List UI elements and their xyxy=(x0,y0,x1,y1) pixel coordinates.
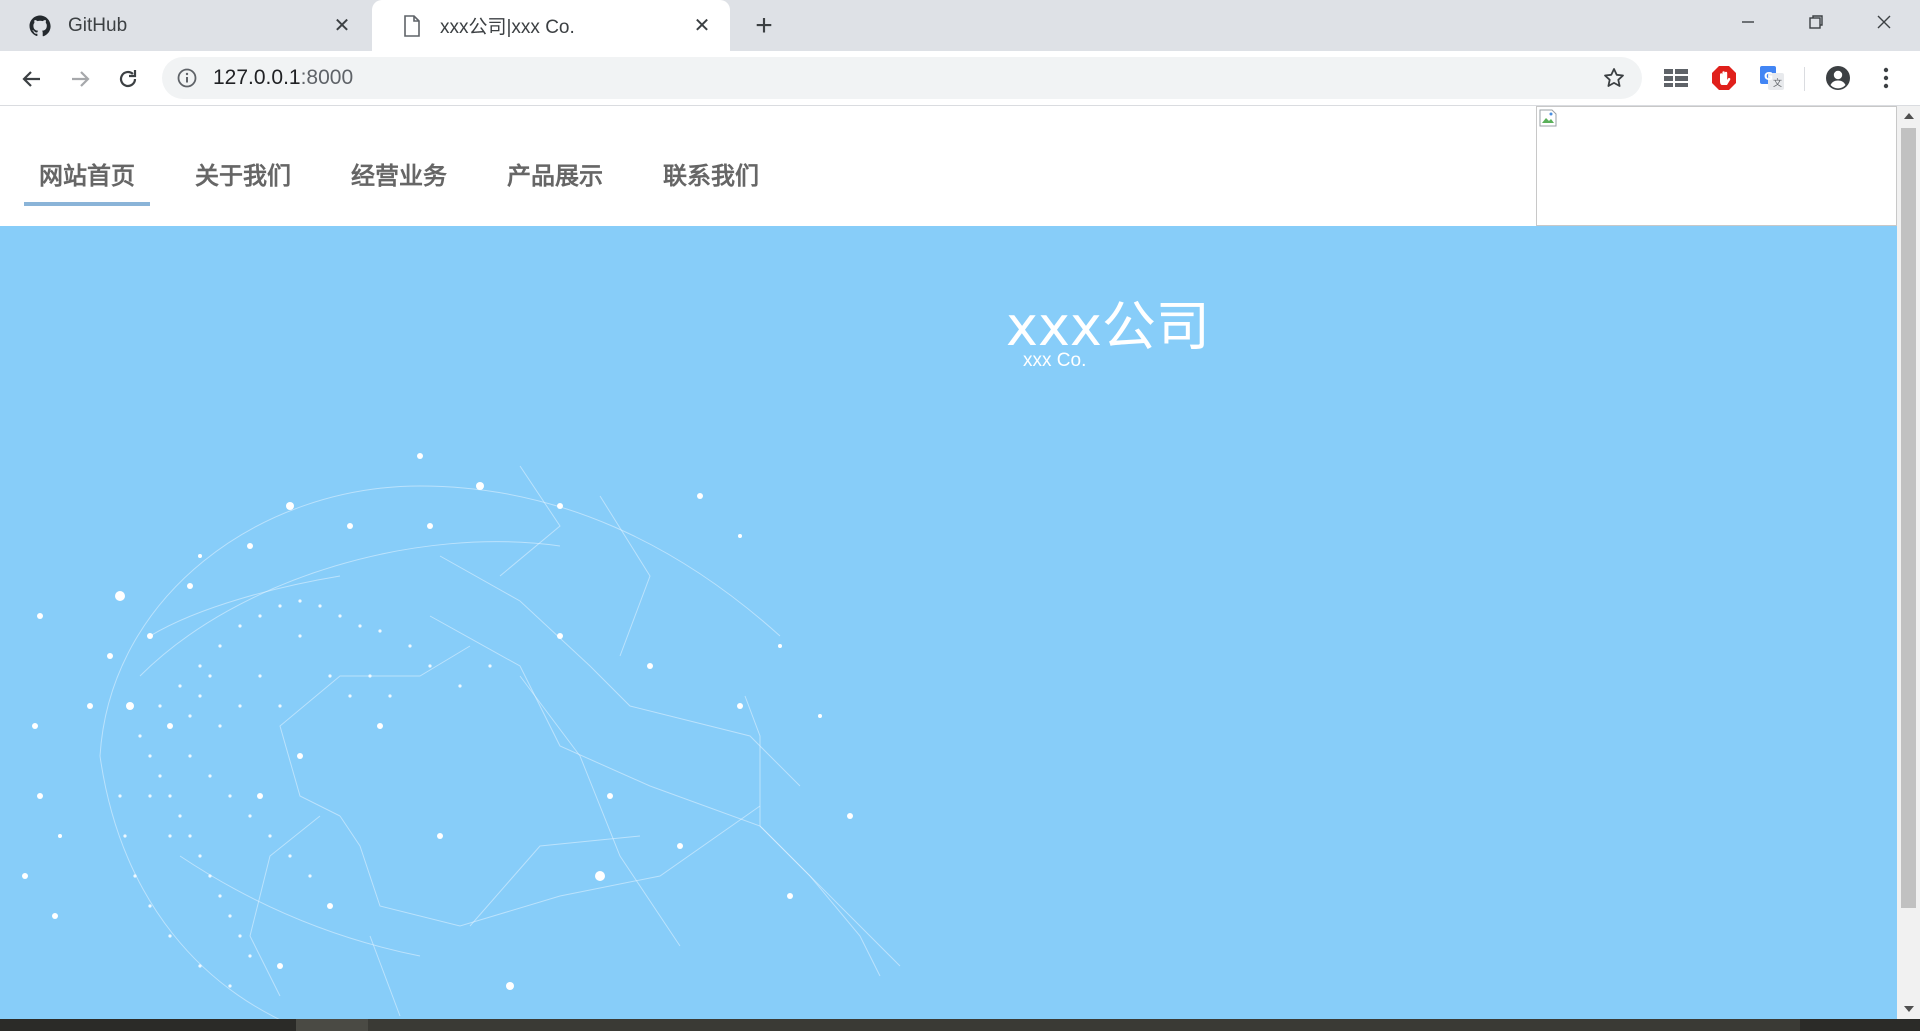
taskbar-item[interactable] xyxy=(368,1019,1800,1031)
url-text: 127.0.0.1:8000 xyxy=(213,57,353,99)
minimize-icon[interactable] xyxy=(1714,0,1782,44)
scroll-up-arrow-icon[interactable] xyxy=(1897,106,1920,126)
os-taskbar xyxy=(0,1019,1920,1031)
globe-network-illustration xyxy=(22,453,901,1019)
back-icon[interactable] xyxy=(14,61,50,97)
bookmark-star-icon[interactable] xyxy=(1602,66,1626,90)
nav-item-label: 网站首页 xyxy=(39,162,135,190)
nav-item-label: 关于我们 xyxy=(195,162,291,190)
hero-subtitle: xxx Co. xyxy=(1023,350,1087,371)
broken-image-icon xyxy=(1539,109,1557,127)
profile-avatar-icon[interactable] xyxy=(1824,64,1852,92)
nav-item-business[interactable]: 经营业务 xyxy=(336,106,462,226)
close-tab-icon[interactable]: ✕ xyxy=(330,14,354,38)
github-icon xyxy=(28,14,52,38)
reload-icon[interactable] xyxy=(110,61,146,97)
address-bar[interactable]: 127.0.0.1:8000 xyxy=(162,57,1642,99)
restore-icon[interactable] xyxy=(1782,0,1850,44)
site-header: 网站首页 关于我们 经营业务 产品展示 联系我们 xyxy=(0,106,1897,226)
tab-active[interactable]: xxx公司|xxx Co. ✕ xyxy=(372,0,730,51)
tab-strip: GitHub ✕ xxx公司|xxx Co. ✕ + xyxy=(0,0,1920,51)
nav-item-label: 经营业务 xyxy=(351,162,447,190)
new-tab-button[interactable]: + xyxy=(748,9,780,42)
extension-grid-icon[interactable] xyxy=(1662,64,1690,92)
svg-text:G: G xyxy=(1764,70,1773,83)
nav-item-contact[interactable]: 联系我们 xyxy=(648,106,774,226)
menu-kebab-icon[interactable] xyxy=(1872,64,1900,92)
web-page: 网站首页 关于我们 经营业务 产品展示 联系我们 xxx公司 xxx Co. xyxy=(0,106,1897,1019)
toolbar-divider xyxy=(1804,67,1805,91)
nav-item-about[interactable]: 关于我们 xyxy=(180,106,306,226)
nav-item-products[interactable]: 产品展示 xyxy=(492,106,618,226)
url-port: :8000 xyxy=(300,66,354,89)
hero-banner: xxx公司 xxx Co. xyxy=(0,226,1897,1019)
url-host: 127.0.0.1 xyxy=(213,66,301,89)
nav-item-home[interactable]: 网站首页 xyxy=(24,106,150,226)
svg-text:文: 文 xyxy=(1773,77,1782,89)
nav-item-label: 联系我们 xyxy=(663,162,759,190)
forward-icon[interactable] xyxy=(62,61,98,97)
vertical-scrollbar[interactable] xyxy=(1897,106,1920,1019)
tab-title: xxx公司|xxx Co. xyxy=(440,17,575,38)
translate-icon[interactable]: G文 xyxy=(1758,64,1786,92)
main-nav: 网站首页 关于我们 经营业务 产品展示 联系我们 xyxy=(0,106,774,226)
site-info-icon[interactable] xyxy=(176,67,198,89)
tab-github[interactable]: GitHub ✕ xyxy=(0,0,370,51)
nav-item-label: 产品展示 xyxy=(507,162,603,190)
scrollbar-thumb[interactable] xyxy=(1901,128,1916,908)
tab-title: GitHub xyxy=(68,14,128,36)
logo-image-placeholder xyxy=(1536,106,1897,226)
active-nav-underline xyxy=(24,202,150,206)
adblock-icon[interactable] xyxy=(1710,64,1738,92)
page-icon xyxy=(400,14,424,38)
window-close-icon[interactable] xyxy=(1850,0,1918,44)
close-tab-icon[interactable]: ✕ xyxy=(690,14,714,38)
scroll-down-arrow-icon[interactable] xyxy=(1897,999,1920,1019)
taskbar-item[interactable] xyxy=(296,1019,368,1031)
browser-toolbar: 127.0.0.1:8000 G文 xyxy=(0,51,1920,106)
